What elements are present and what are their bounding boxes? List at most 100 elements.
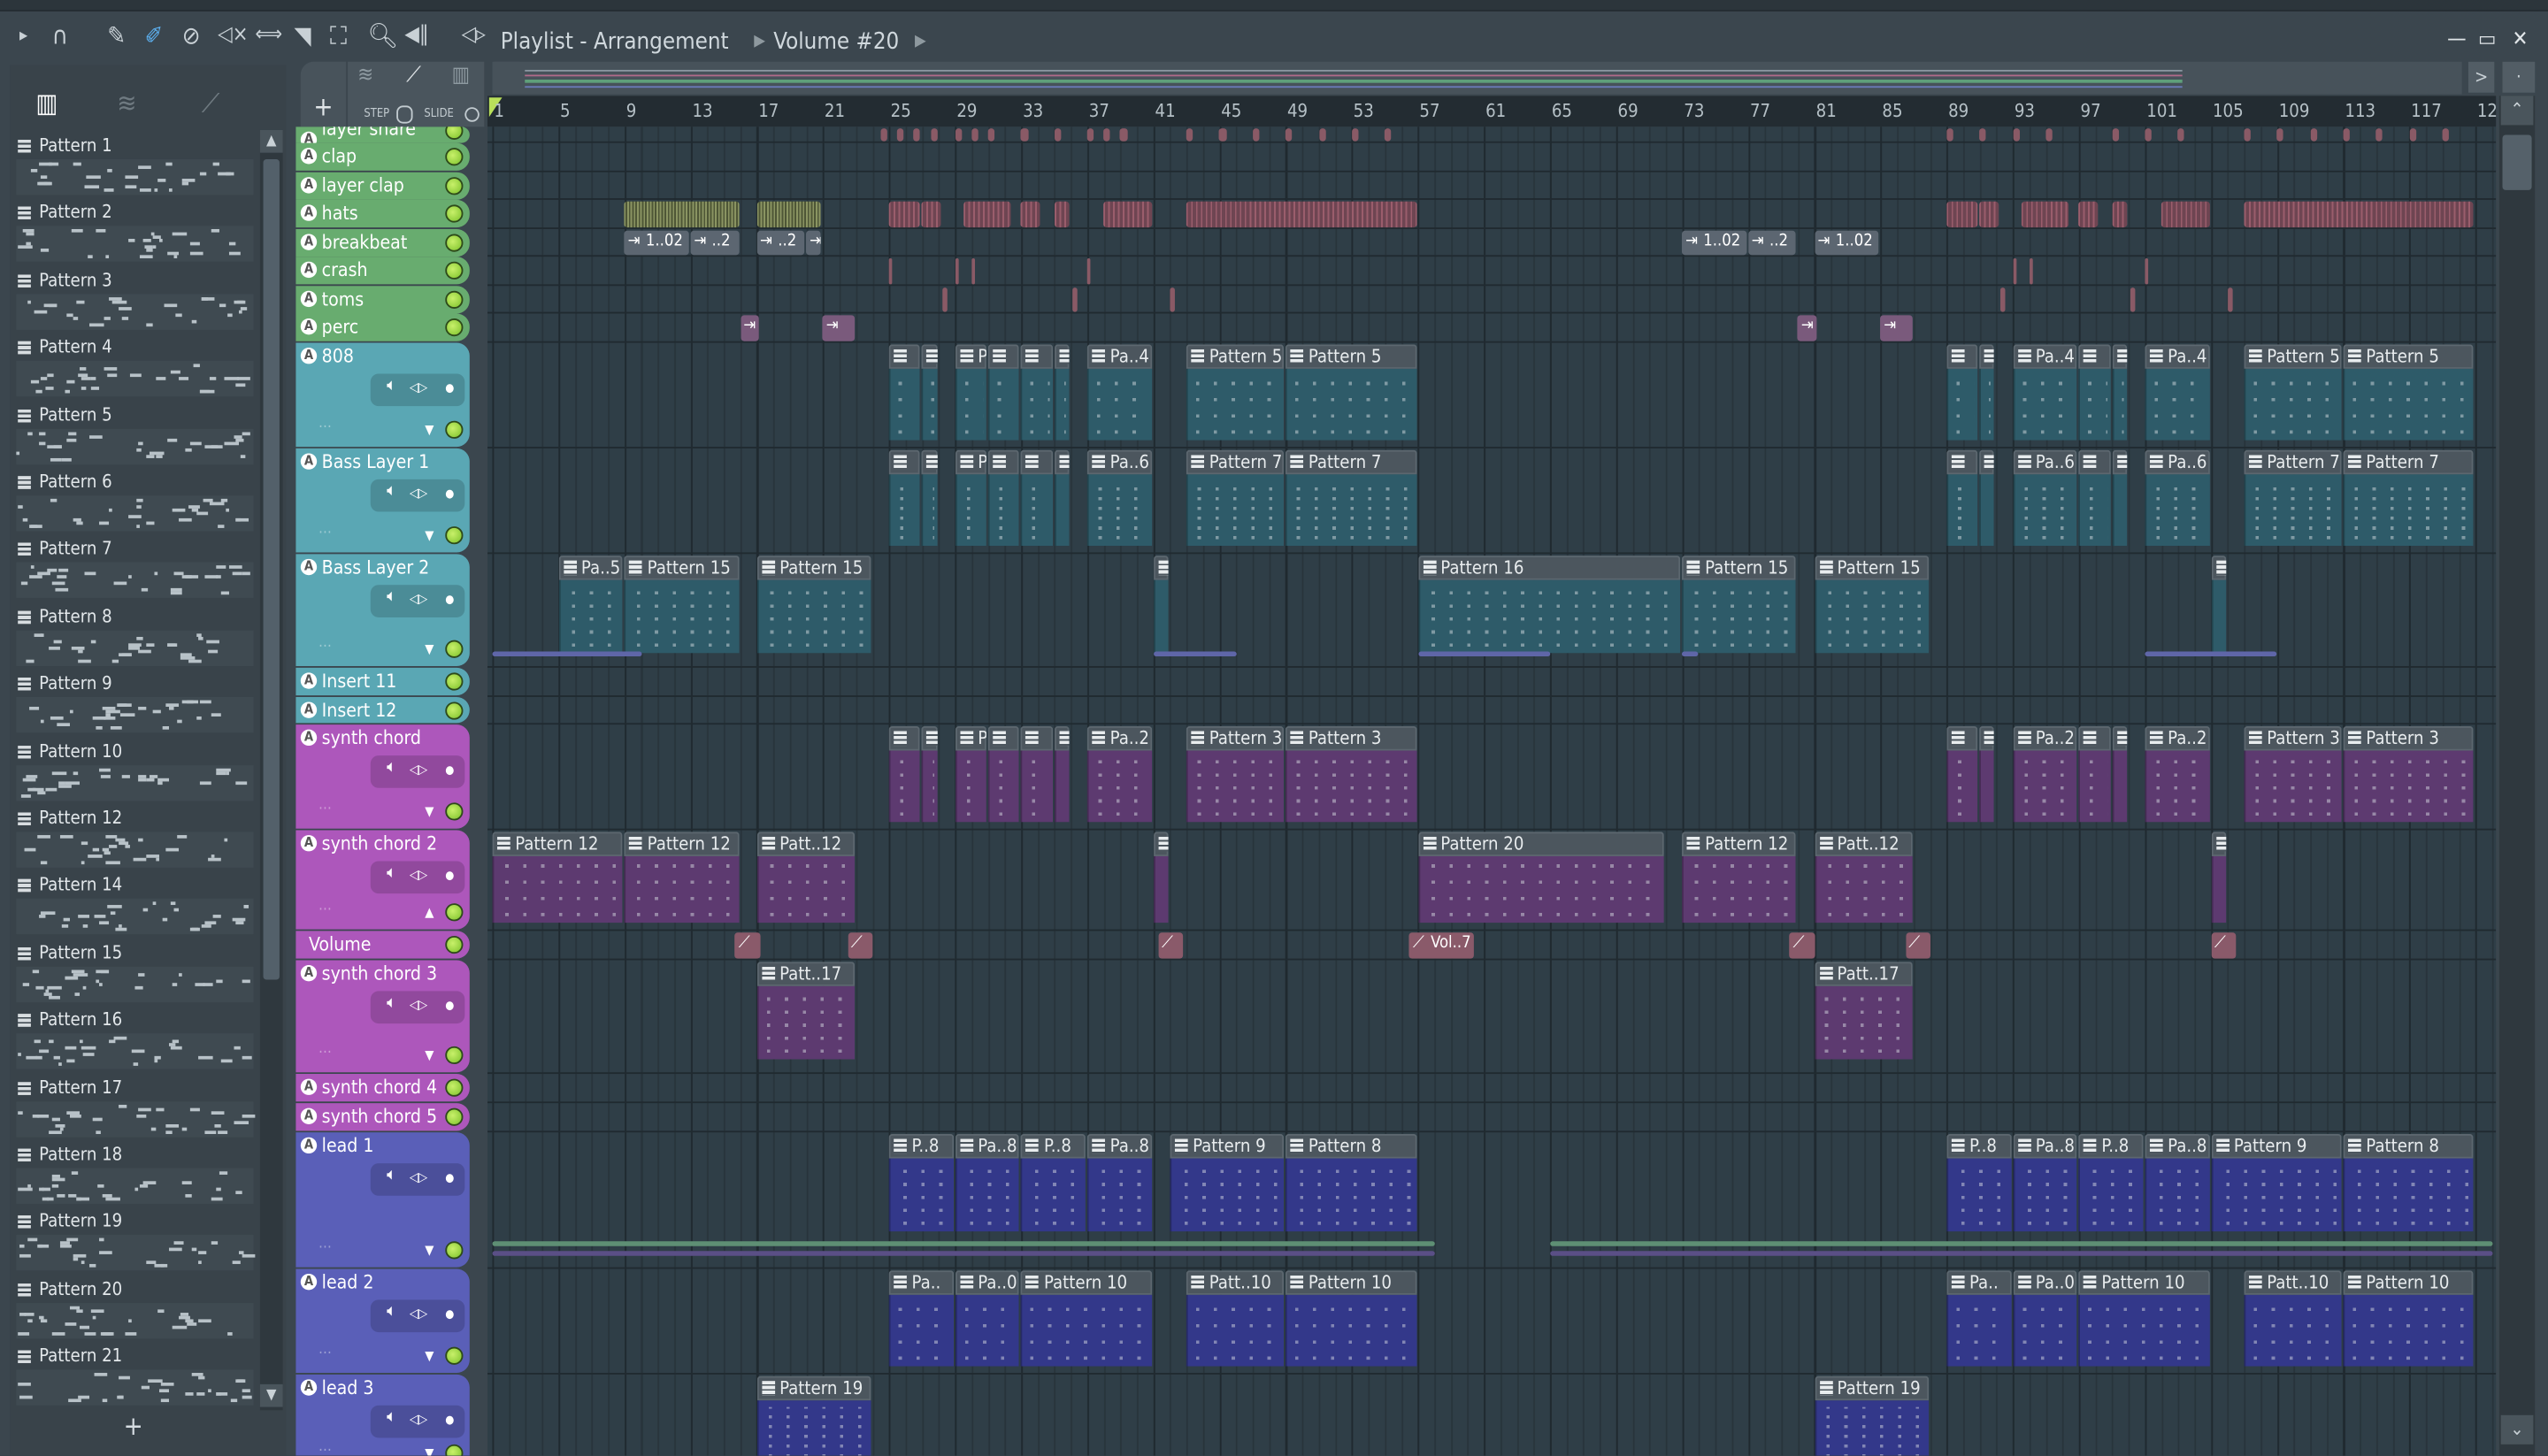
track-mute-led[interactable] (445, 1078, 464, 1097)
stripe-clip[interactable] (922, 201, 940, 227)
step-toggle[interactable] (396, 105, 413, 124)
record-icon[interactable]: ● (445, 1307, 454, 1321)
track-header[interactable]: Atoms (295, 285, 470, 313)
marker-clip[interactable] (2045, 128, 2053, 142)
select-icon[interactable]: ⛶ (330, 21, 347, 50)
audio-clip[interactable]: ⇥ 1..02 (1814, 229, 1879, 256)
pattern-clip[interactable]: Pa..4 (2145, 343, 2210, 440)
playlist-vertical-scrollbar[interactable]: ⌃ ⌄ (2498, 96, 2536, 1456)
pattern-item[interactable]: Pattern 6 (13, 470, 257, 534)
track-name[interactable]: layer snare (322, 126, 416, 140)
track-header[interactable]: Aperc (295, 313, 470, 341)
pattern-clip[interactable]: Patt..17 (1814, 961, 1913, 1059)
speaker-icon[interactable]: 🔈︎ (387, 587, 396, 605)
pattern-clip[interactable]: Pattern 9 (2211, 1133, 2342, 1231)
track-activity-icon[interactable]: A (300, 557, 318, 575)
delete-icon[interactable]: ⊘ (182, 21, 201, 50)
audio-clip[interactable]: ⇥ ..2 (756, 229, 805, 256)
track-mute-led[interactable] (445, 902, 464, 921)
marker-clip[interactable] (1072, 287, 1078, 312)
pattern-clip[interactable]: Pattern 7 (2343, 448, 2475, 546)
track-mute-led[interactable] (445, 176, 464, 195)
marker-clip[interactable] (1385, 128, 1392, 142)
pattern-clip[interactable]: Pattern 12 (492, 831, 624, 923)
pattern-clip[interactable] (922, 448, 937, 546)
track-mute-led[interactable] (445, 318, 464, 337)
record-icon[interactable]: ● (445, 1170, 454, 1184)
track-header[interactable]: Asynth chord 2 🔈︎ ◁▷ ● ▲… (295, 829, 470, 930)
pattern-item[interactable]: Pattern 1 (13, 134, 257, 198)
stripe-clip[interactable] (2244, 201, 2475, 227)
expand-arrow-icon[interactable]: ▼ (425, 803, 434, 818)
pattern-clip[interactable] (2211, 831, 2226, 923)
pattern-clip[interactable]: Pa..5 (558, 555, 624, 653)
pattern-clip[interactable] (1021, 725, 1053, 822)
pattern-clip[interactable]: Pa..6 (2012, 448, 2077, 546)
pattern-item[interactable]: Pattern 18 (13, 1142, 257, 1207)
pan-icon[interactable]: ◁▷ (410, 1411, 427, 1426)
zoom-icon[interactable]: 🔍︎ (367, 21, 398, 50)
pattern-clip[interactable]: Pa..4 (2012, 343, 2077, 440)
auto-clip[interactable]: ⟋ (735, 931, 761, 958)
marker-clip[interactable] (2012, 128, 2020, 142)
track-header[interactable]: Alead 3 🔈︎ ◁▷ ● ▼… (295, 1373, 470, 1456)
piano-icon[interactable]: ▥ (35, 88, 58, 119)
track-name[interactable]: synth chord 2 (322, 831, 437, 854)
audio-wave-icon[interactable]: ≋ (117, 88, 136, 119)
audio-clip[interactable]: ⇥ 1..02 (624, 229, 689, 256)
pencil-icon[interactable]: ✎ (107, 21, 126, 50)
track-mute-led[interactable] (445, 234, 464, 252)
pattern-clip[interactable] (2078, 725, 2111, 822)
scroll-down-icon[interactable]: ⌄ (2500, 1414, 2534, 1445)
track-header[interactable]: Alayer snare (295, 126, 470, 149)
pattern-clip[interactable]: Pattern 19 (1814, 1375, 1929, 1456)
pattern-clip[interactable]: Pa..0 (955, 1269, 1020, 1366)
pattern-clip[interactable] (2078, 448, 2111, 546)
track-mute-led[interactable] (445, 701, 464, 719)
pattern-clip[interactable] (1979, 725, 1995, 822)
pattern-item[interactable]: Pattern 12 (13, 806, 257, 870)
pattern-clip[interactable]: P..8 (888, 1133, 954, 1231)
stripe-clip[interactable] (1021, 201, 1040, 227)
pattern-clip[interactable]: Pattern 7 (2244, 448, 2342, 546)
pattern-clip[interactable] (2078, 343, 2111, 440)
speaker-icon[interactable]: 🔈︎ (387, 863, 396, 881)
track-activity-icon[interactable]: A (300, 1136, 318, 1153)
pan-icon[interactable]: ◁▷ (410, 761, 427, 776)
pattern-clip[interactable]: Patt..10 (1186, 1269, 1285, 1366)
track-activity-icon[interactable]: A (300, 964, 318, 981)
pattern-clip[interactable] (888, 725, 921, 822)
pattern-clip[interactable] (1979, 448, 1995, 546)
pattern-clip[interactable]: Pattern 7 (1286, 448, 1416, 546)
track-name[interactable]: clap (322, 144, 357, 167)
pattern-clip[interactable]: Pattern 10 (2078, 1269, 2210, 1366)
pan-icon[interactable]: ◁▷ (410, 997, 427, 1012)
pattern-clip[interactable]: Pa.. (1946, 1269, 2012, 1366)
track-mute-led[interactable] (445, 639, 464, 657)
track-activity-icon[interactable]: A (300, 318, 318, 335)
marker-clip[interactable] (2012, 258, 2016, 284)
speaker-icon[interactable]: 🔈︎ (387, 376, 396, 394)
track-header[interactable]: Ahats (295, 199, 470, 228)
pattern-clip[interactable] (2112, 725, 2127, 822)
track-mute-led[interactable] (445, 204, 464, 224)
marker-clip[interactable] (971, 128, 979, 142)
pattern-item[interactable]: Pattern 2 (13, 201, 257, 265)
marker-clip[interactable] (2145, 258, 2149, 284)
perc-clip[interactable]: ⇥ (740, 315, 759, 341)
perc-clip[interactable]: ⇥ (823, 315, 855, 341)
pattern-clip[interactable]: P..8 (2078, 1133, 2144, 1231)
track-name[interactable]: perc (322, 315, 359, 338)
marker-clip[interactable] (897, 128, 904, 142)
marker-clip[interactable] (2112, 128, 2119, 142)
marker-clip[interactable] (1351, 128, 1359, 142)
track-header[interactable]: Asynth chord 5 (295, 1102, 470, 1131)
track-options-icon[interactable]: … (318, 415, 332, 431)
track-options-icon[interactable]: … (318, 1341, 332, 1357)
record-icon[interactable]: ● (445, 487, 454, 500)
pattern-clip[interactable] (1054, 725, 1070, 822)
pattern-item[interactable]: Pattern 14 (13, 873, 257, 938)
track-name[interactable]: breakbeat (322, 230, 408, 253)
marker-clip[interactable] (1086, 258, 1091, 284)
marker-clip[interactable] (1054, 128, 1062, 142)
